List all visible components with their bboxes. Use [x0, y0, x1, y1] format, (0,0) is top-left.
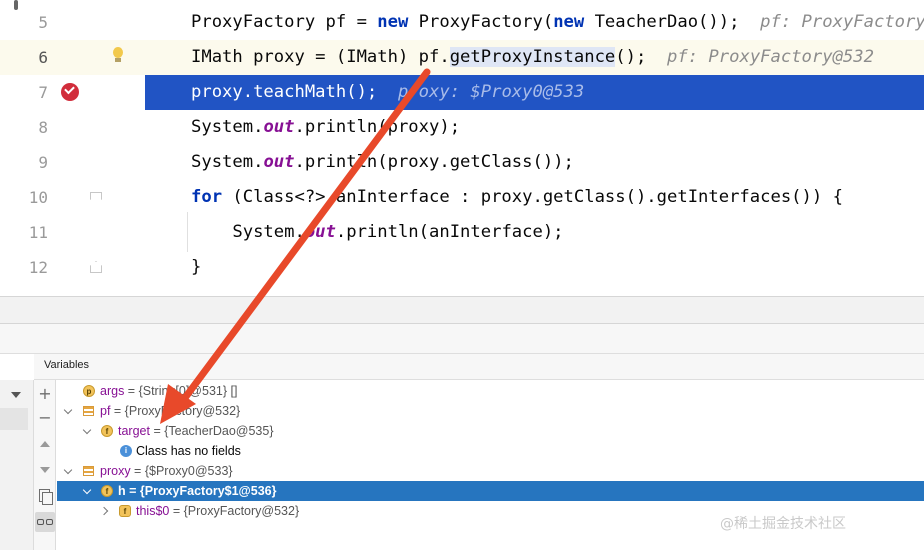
copy-icon[interactable] [35, 486, 55, 506]
var-row-pf[interactable]: pf = {ProxyFactory@532} [57, 401, 924, 421]
code-text[interactable]: System.out.println(anInterface); [191, 215, 563, 250]
var-row-proxy[interactable]: proxy = {$Proxy0@533} [57, 461, 924, 481]
code-line-11[interactable]: 11 System.out.println(anInterface); [0, 215, 924, 250]
code-line-6[interactable]: 6 IMath proxy = (IMath) pf.getProxyInsta… [0, 40, 924, 75]
line-number: 6 [38, 48, 48, 67]
line-number: 12 [28, 258, 48, 277]
frame-dropdown-chevron-icon[interactable] [0, 384, 28, 404]
inline-value-hint: pf: ProxyFactory@532 [667, 47, 874, 67]
code-text[interactable]: System.out.println(proxy); [191, 110, 460, 145]
expand-chevron-icon[interactable] [101, 501, 111, 521]
variables-title: Variables [44, 359, 90, 371]
code-text[interactable]: for (Class<?> anInterface : proxy.getCla… [191, 180, 843, 215]
field-icon: f [119, 505, 131, 517]
panel-splitter[interactable] [0, 296, 924, 324]
line-number: 10 [28, 188, 48, 207]
fold-icon[interactable] [90, 261, 102, 273]
var-row-h-selected[interactable]: f h = {ProxyFactory$1@536} [57, 481, 924, 501]
watermark: @稀土掘金技术社区 [720, 516, 846, 532]
var-row-info: i Class has no fields [57, 441, 924, 461]
breakpoint-check-icon[interactable] [61, 83, 79, 101]
local-variable-icon [83, 406, 94, 416]
remove-watch-button[interactable]: − [35, 408, 55, 428]
code-text[interactable]: ProxyFactory pf = new ProxyFactory(new T… [191, 5, 924, 40]
selected-method[interactable]: getProxyInstance [449, 47, 616, 67]
local-variable-icon [83, 466, 94, 476]
code-editor[interactable]: 5 ProxyFactory pf = new ProxyFactory(new… [0, 0, 924, 296]
debug-header-bar [0, 324, 924, 354]
expand-chevron-icon[interactable] [83, 481, 93, 501]
line-number: 8 [38, 118, 48, 137]
code-line-7-execution-point[interactable]: 7 proxy.teachMath(); proxy: $Proxy0@533 [0, 75, 924, 110]
parameter-icon: p [83, 385, 95, 397]
frames-panel[interactable] [0, 380, 34, 550]
move-up-button[interactable] [35, 434, 55, 454]
expand-chevron-icon[interactable] [64, 401, 74, 421]
code-line-10[interactable]: 10 for (Class<?> anInterface : proxy.get… [0, 180, 924, 215]
variables-header: Variables [34, 354, 924, 380]
code-line-9[interactable]: 9 System.out.println(proxy.getClass()); [0, 145, 924, 180]
line-number: 11 [28, 223, 48, 242]
info-icon: i [120, 445, 132, 457]
add-watch-button[interactable]: + [35, 384, 55, 404]
line-number: 7 [38, 83, 48, 102]
var-row-args[interactable]: p args = {String[0]@531} [] [57, 381, 924, 401]
inline-value-hint: pf: ProxyFactory@532 [760, 12, 924, 32]
field-icon: f [101, 425, 113, 437]
code-line-8[interactable]: 8 System.out.println(proxy); [0, 110, 924, 145]
code-text[interactable]: proxy.teachMath(); proxy: $Proxy0@533 [191, 75, 584, 110]
lightbulb-icon[interactable] [112, 47, 124, 65]
code-text[interactable]: } [191, 250, 201, 285]
move-down-button[interactable] [35, 460, 55, 480]
field-icon: f [101, 485, 113, 497]
expand-chevron-icon[interactable] [64, 461, 74, 481]
code-text[interactable]: System.out.println(proxy.getClass()); [191, 145, 574, 180]
var-row-target[interactable]: f target = {TeacherDao@535} [57, 421, 924, 441]
code-line-12[interactable]: 12 } [0, 250, 924, 285]
frame-selected-row[interactable] [0, 408, 28, 430]
variables-toolbar: + − [34, 380, 56, 550]
expand-chevron-icon[interactable] [83, 421, 93, 441]
line-number: 5 [38, 13, 48, 32]
inline-value-hint: proxy: $Proxy0@533 [397, 82, 585, 102]
code-line-5[interactable]: 5 ProxyFactory pf = new ProxyFactory(new… [0, 5, 924, 40]
line-number: 9 [38, 153, 48, 172]
code-text[interactable]: IMath proxy = (IMath) pf.getProxyInstanc… [191, 40, 874, 75]
glasses-icon[interactable] [35, 512, 55, 532]
fold-icon[interactable] [90, 192, 102, 204]
